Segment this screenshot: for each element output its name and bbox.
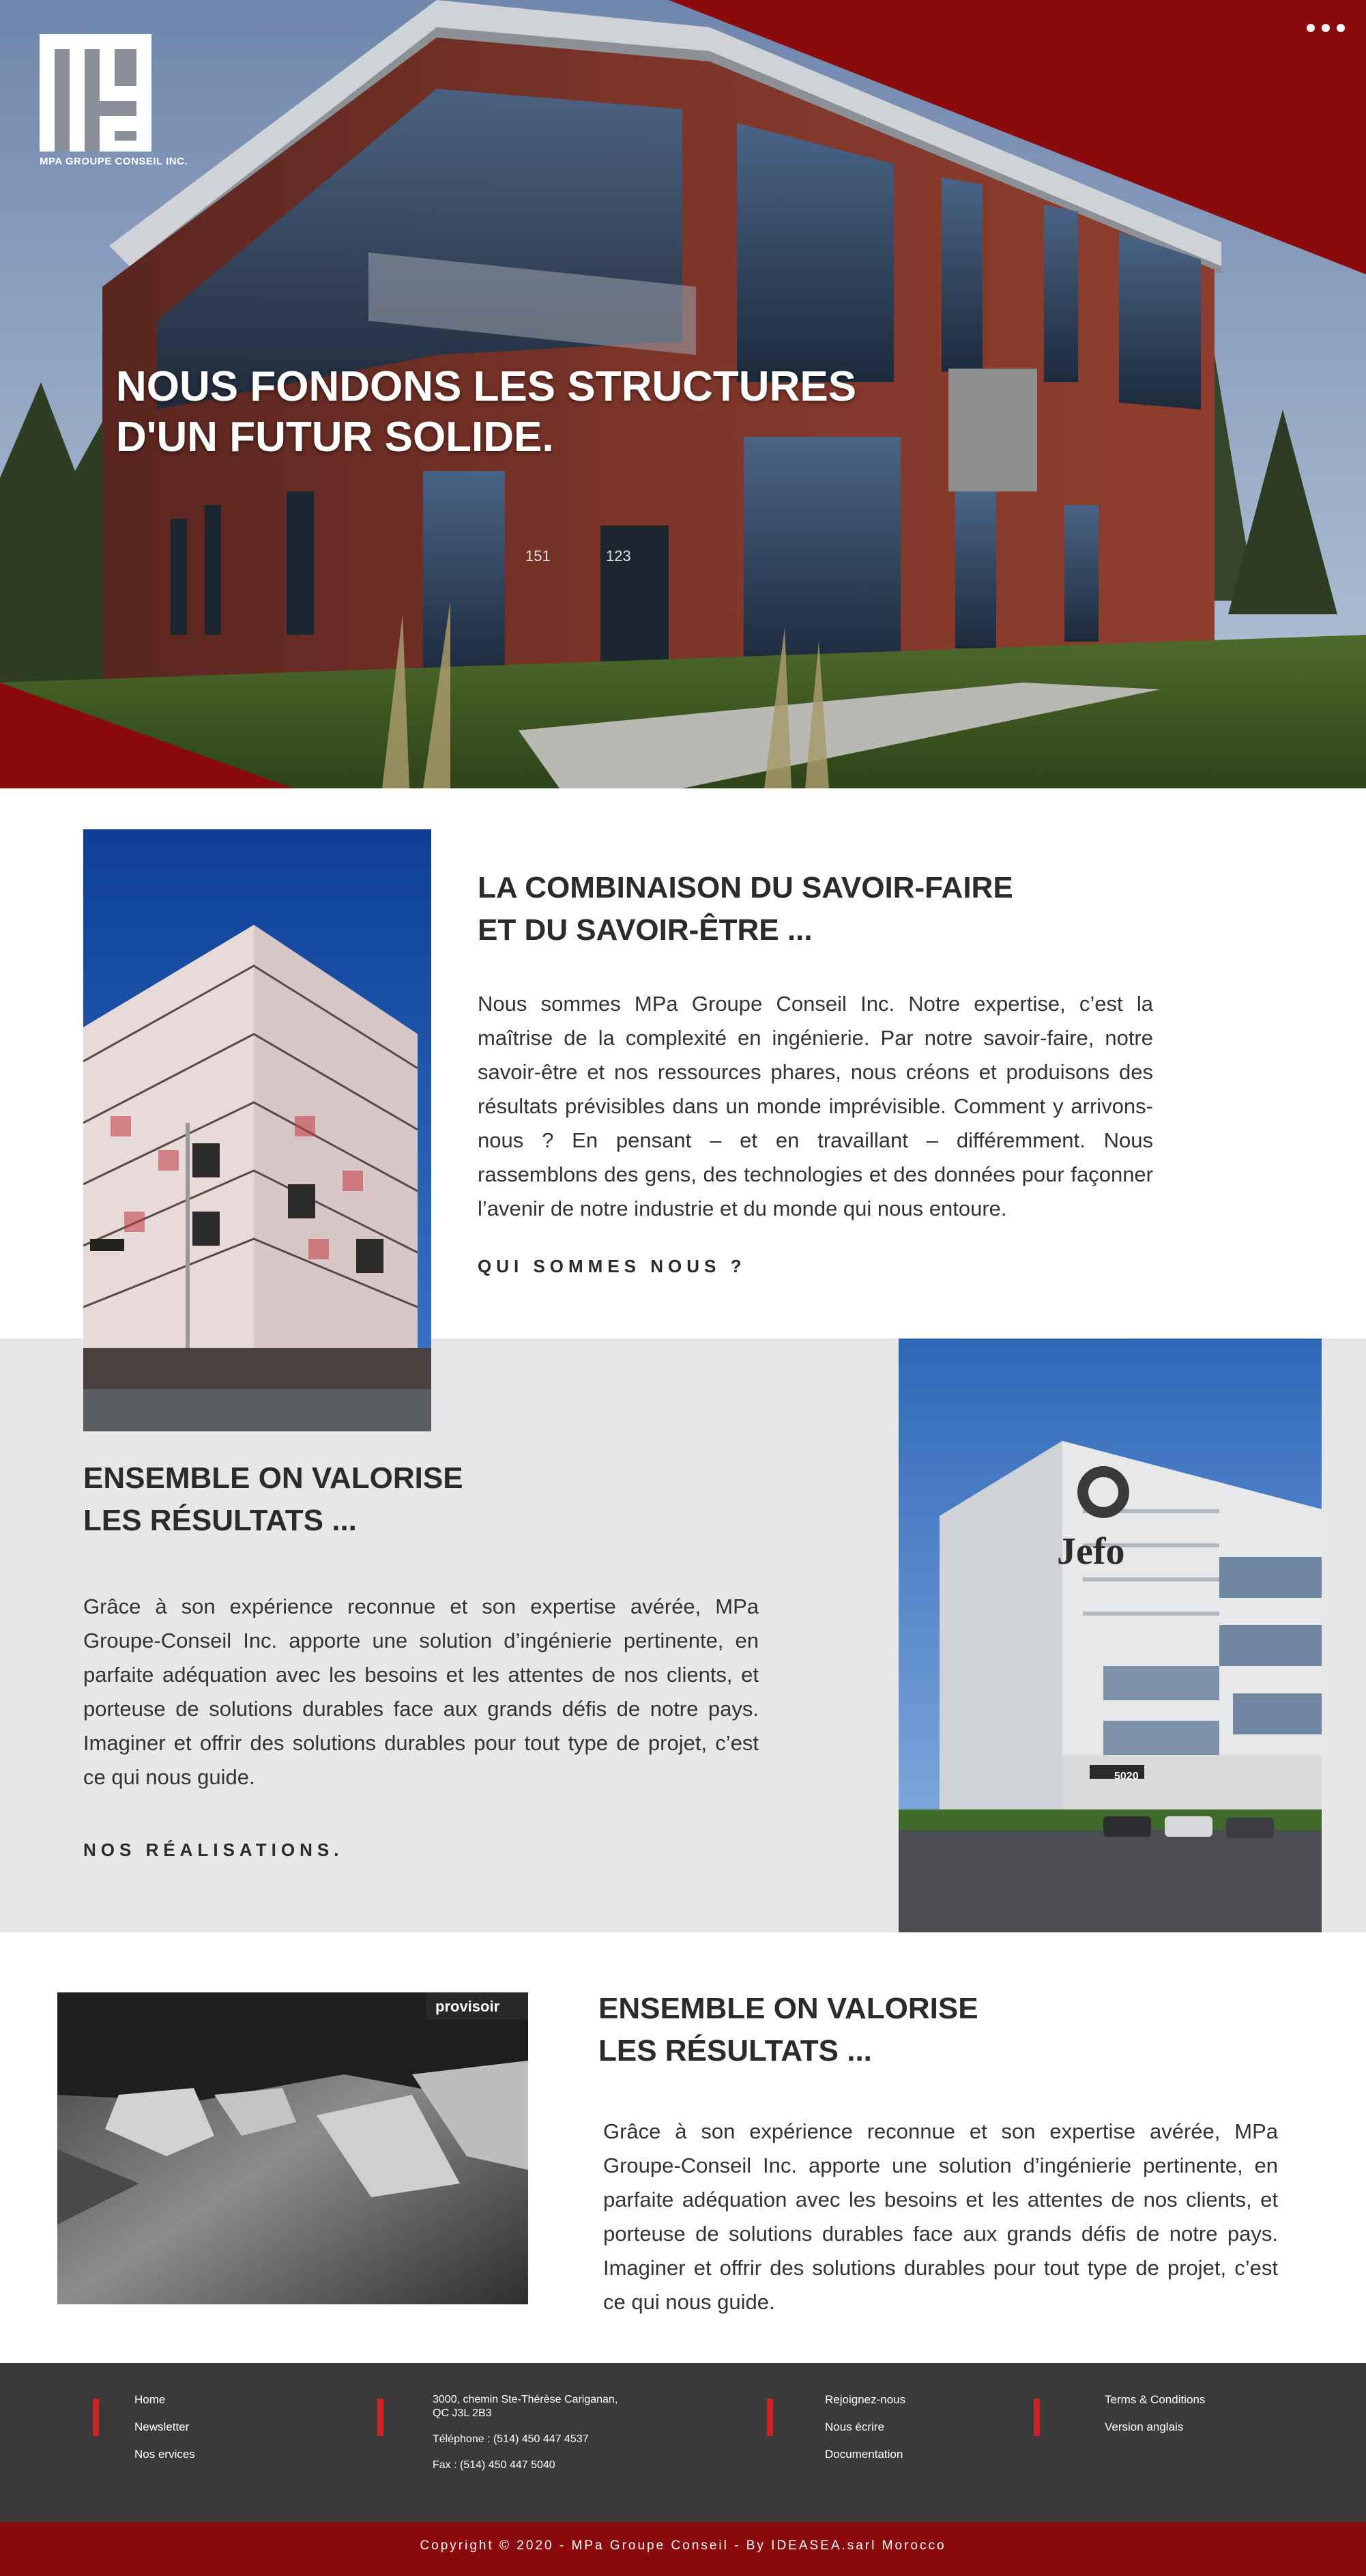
building-number-123: 123: [606, 547, 631, 564]
section-1-title-line-2: ET DU SAVOIR-ÊTRE ...: [478, 913, 813, 947]
hero-title: NOUS FONDONS LES STRUCTURES D'UN FUTUR S…: [116, 362, 935, 463]
footer-accent-bar: [1034, 2399, 1040, 2436]
section-1-body: Nous sommes MPa Groupe Conseil Inc. Notr…: [478, 992, 1153, 1220]
section-2-body: Grâce à son expérience reconnue et son e…: [83, 1594, 759, 1789]
section-3-title: ENSEMBLE ON VALORISE LES RÉSULTATS ...: [598, 1988, 1278, 2072]
provisional-badge: provisoir: [435, 1998, 500, 2015]
section-1-title-line-1: LA COMBINAISON DU SAVOIR-FAIRE: [478, 871, 1013, 904]
section-1-title: LA COMBINAISON DU SAVOIR-FAIRE ET DU SAV…: [478, 867, 1153, 951]
meeting-table-illustration: provisoir: [57, 1992, 528, 2304]
copyright-bar: Copyright © 2020 - MPa Groupe Conseil - …: [0, 2522, 1366, 2576]
footer-accent-bar: [377, 2399, 383, 2436]
hero-title-line-1: NOUS FONDONS LES STRUCTURES: [116, 363, 857, 410]
footer-address-line-2: QC J3L 2B3: [433, 2407, 492, 2419]
site-footer: Home Newsletter Nos ervices 3000, chemin…: [0, 2363, 1366, 2522]
footer-accent-bar: [93, 2399, 99, 2436]
menu-dots-icon[interactable]: [1307, 18, 1345, 38]
footer-link-home[interactable]: Home: [134, 2393, 380, 2407]
mpa-logo-mark: [40, 34, 151, 152]
footer-accent-bar: [767, 2399, 773, 2436]
company-logo[interactable]: MPA GROUPE CONSEIL INC.: [40, 34, 188, 167]
section-3-content: ENSEMBLE ON VALORISE LES RÉSULTATS ... G…: [598, 1988, 1278, 2319]
about-us-link[interactable]: QUI SOMMES NOUS ?: [478, 1256, 746, 1277]
section-2-title-line-2: LES RÉSULTATS ...: [83, 1504, 357, 1537]
footer-phone[interactable]: Téléphone : (514) 450 447 4537: [433, 2433, 678, 2446]
dot: [1307, 24, 1315, 32]
construction-building-illustration: [83, 829, 431, 1431]
footer-link-terms[interactable]: Terms & Conditions: [1105, 2393, 1350, 2407]
meeting-hands-photo: provisoir: [57, 1992, 528, 2304]
office-building-illustration: Jefo 5020: [899, 1339, 1322, 1932]
copyright-text: Copyright © 2020 - MPa Groupe Conseil - …: [420, 2538, 946, 2553]
section-3-title-line-1: ENSEMBLE ON VALORISE: [598, 1992, 978, 2025]
jefo-building-photo: Jefo 5020: [899, 1339, 1322, 1932]
jefo-sign: Jefo: [1057, 1530, 1125, 1573]
address-number: 5020: [1114, 1771, 1139, 1782]
section-3-title-line-2: LES RÉSULTATS ...: [598, 2034, 872, 2067]
building-number-151: 151: [525, 547, 551, 564]
construction-site-photo: [83, 829, 431, 1431]
hero-banner: 151 123 MPA GROUPE CONSEIL INC. NOUS FON…: [0, 0, 1366, 788]
projects-link[interactable]: NOS RÉALISATIONS.: [83, 1840, 343, 1861]
logo-caption: MPA GROUPE CONSEIL INC.: [40, 156, 188, 167]
footer-link-services[interactable]: Nos ervices: [134, 2448, 380, 2461]
footer-link-documentation[interactable]: Documentation: [825, 2448, 1071, 2461]
section-3-body: Grâce à son expérience reconnue et son e…: [603, 2119, 1278, 2314]
footer-link-newsletter[interactable]: Newsletter: [134, 2420, 380, 2434]
hero-title-line-2: D'UN FUTUR SOLIDE.: [116, 414, 554, 461]
footer-fax: Fax : (514) 450 447 5040: [433, 2459, 555, 2471]
section-2-title: ENSEMBLE ON VALORISE LES RÉSULTATS ...: [83, 1457, 759, 1542]
dot: [1322, 24, 1330, 32]
footer-address-line-1: 3000, chemin Ste-Thérèse Cariganan,: [433, 2394, 618, 2405]
section-2-content: ENSEMBLE ON VALORISE LES RÉSULTATS ... G…: [83, 1457, 759, 1861]
section-1-content: LA COMBINAISON DU SAVOIR-FAIRE ET DU SAV…: [478, 867, 1153, 1277]
dot: [1337, 24, 1345, 32]
section-2-title-line-1: ENSEMBLE ON VALORISE: [83, 1461, 463, 1495]
footer-link-english-version[interactable]: Version anglais: [1105, 2420, 1350, 2434]
